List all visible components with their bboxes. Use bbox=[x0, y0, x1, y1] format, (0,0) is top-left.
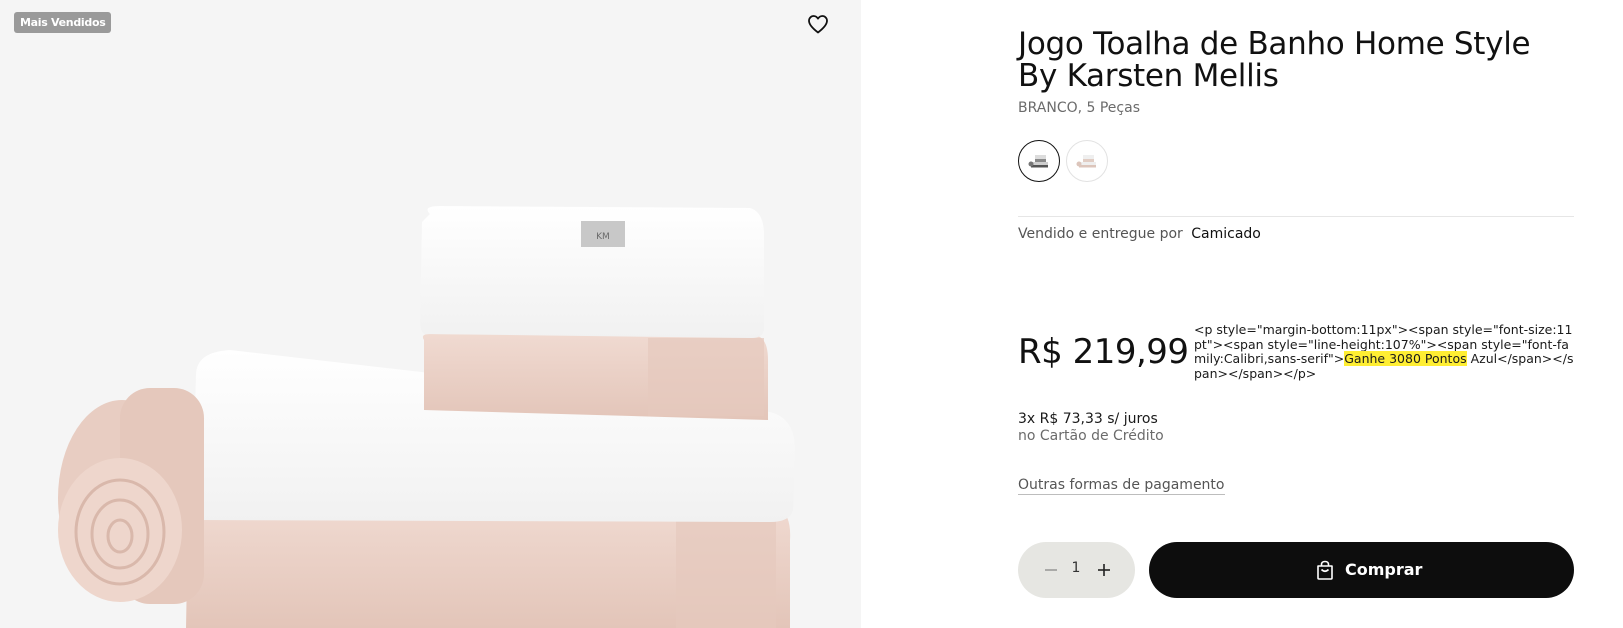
towel-thumbnail-icon bbox=[1028, 155, 1048, 168]
towel-tag-text: KM bbox=[596, 232, 610, 242]
quantity-stepper: 1 bbox=[1018, 542, 1135, 598]
points-highlight: Ganhe 3080 Pontos bbox=[1344, 351, 1467, 366]
seller-info: Vendido e entregue por Camicado bbox=[1018, 226, 1261, 242]
minus-icon bbox=[1045, 569, 1057, 571]
seller-prefix: Vendido e entregue por bbox=[1018, 226, 1183, 242]
product-info-panel: Jogo Toalha de Banho Home Style By Karst… bbox=[1018, 0, 1574, 628]
variant-swatch-2[interactable] bbox=[1066, 140, 1108, 182]
installments-info: 3x R$ 73,33 s/ juros no Cartão de Crédit… bbox=[1018, 411, 1164, 445]
buy-button-label: Comprar bbox=[1345, 560, 1423, 579]
seller-name: Camicado bbox=[1191, 226, 1261, 242]
product-title: Jogo Toalha de Banho Home Style By Karst… bbox=[1018, 26, 1531, 94]
quantity-decrease-button[interactable] bbox=[1040, 559, 1062, 581]
quantity-value: 1 bbox=[1071, 560, 1081, 576]
installments-line: 3x R$ 73,33 s/ juros bbox=[1018, 411, 1158, 427]
buy-button[interactable]: Comprar bbox=[1149, 542, 1574, 598]
favorite-button[interactable] bbox=[806, 12, 830, 36]
variant-swatch-1[interactable] bbox=[1018, 140, 1060, 182]
installments-method: no Cartão de Crédito bbox=[1018, 428, 1164, 444]
divider bbox=[1018, 216, 1574, 217]
shopping-bag-icon bbox=[1317, 560, 1333, 580]
plus-icon bbox=[1098, 564, 1110, 576]
product-variant-subtitle: BRANCO, 5 Peças bbox=[1018, 100, 1140, 116]
towel-stack-image: KM bbox=[58, 206, 795, 628]
towel-thumbnail-icon bbox=[1076, 155, 1096, 168]
heart-outline-icon bbox=[808, 15, 828, 34]
other-payment-methods-link[interactable]: Outras formas de pagamento bbox=[1018, 477, 1225, 495]
best-seller-badge: Mais Vendidos bbox=[14, 12, 112, 33]
quantity-increase-button[interactable] bbox=[1093, 559, 1115, 581]
product-image-gallery[interactable]: KM Mais Vendidos bbox=[0, 0, 861, 628]
points-promo-raw-html: <p style="margin-bottom:11px"><span styl… bbox=[1194, 322, 1574, 381]
product-price: R$ 219,99 bbox=[1018, 332, 1189, 372]
